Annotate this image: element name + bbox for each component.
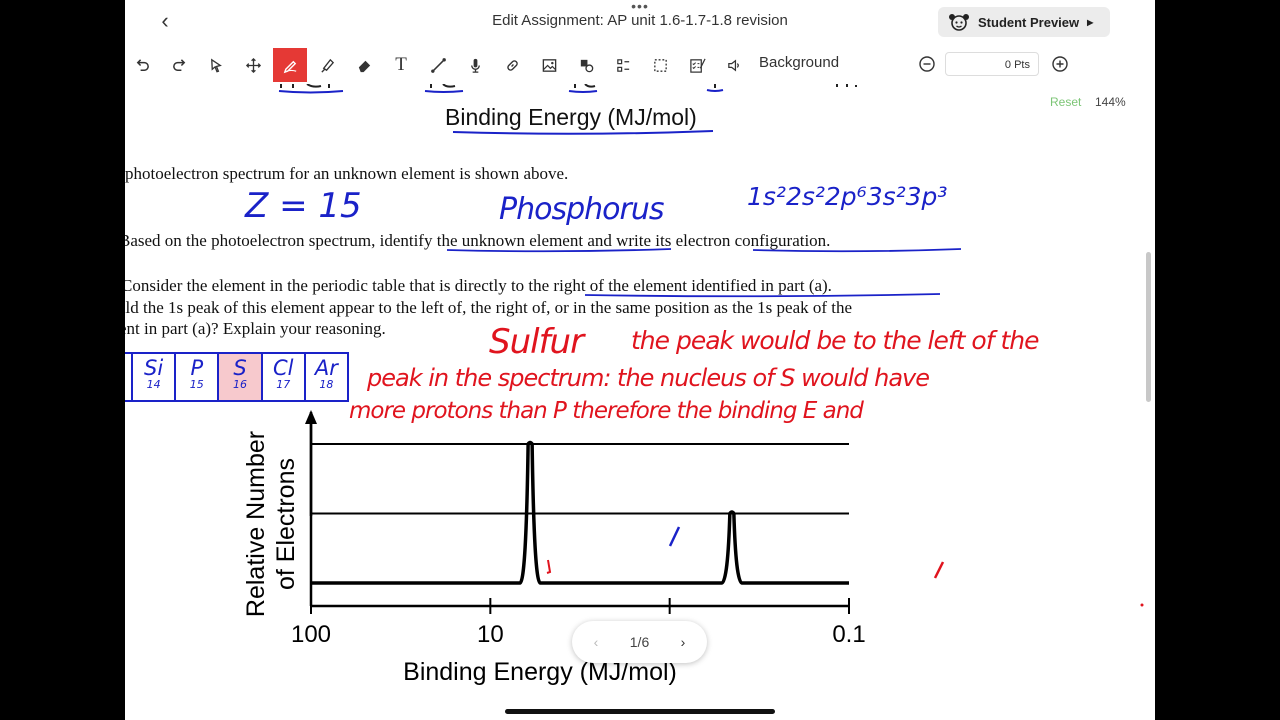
student-preview-label: Student Preview [978,14,1080,30]
y-axis-title-line2: of Electrons [272,458,300,590]
move-icon [245,57,261,73]
x-tick-label-2: 10 [477,621,504,648]
select-icon [210,58,222,72]
checklist-icon [689,58,706,73]
pen-icon [283,60,296,73]
student-preview-button[interactable]: Student Preview ▶ [938,7,1110,37]
dashed-box-icon [653,58,667,72]
microphone-icon [470,58,480,73]
x-tick-label-1: 100 [291,621,331,648]
marker-tool[interactable] [310,48,344,82]
stray-red-tick [933,561,945,579]
y-axis-title-line1: Relative Number [242,431,270,617]
app-screen: ‹ ••• Edit Assignment: AP unit 1.6-1.7-1… [125,0,1155,720]
redo-icon [172,58,185,71]
grid-tool[interactable] [606,48,640,82]
minus-circle-icon[interactable] [917,54,937,74]
move-tool[interactable] [236,48,270,82]
image-tool[interactable] [532,48,566,82]
line-tool[interactable] [421,48,455,82]
x-tick-label-4: 0.1 [832,621,865,648]
caret-right-icon: ▶ [1087,17,1094,27]
image-icon [542,58,556,72]
speaker-tool[interactable] [717,48,751,82]
link-tool[interactable] [495,48,529,82]
selection-box-tool[interactable] [643,48,677,82]
home-indicator [505,709,775,714]
background-button[interactable]: Background [759,54,839,71]
back-chevron-icon[interactable]: ‹ [153,9,177,33]
eraser-icon [358,60,370,72]
points-field[interactable]: 0 Pts [945,52,1039,76]
pen-tool[interactable] [273,48,307,82]
next-page-chevron-icon[interactable]: › [673,634,693,650]
annotation-toolbar: T Background 0 Pts [125,44,1155,84]
shapes-tool[interactable] [569,48,603,82]
text-tool[interactable]: T [384,48,418,82]
stray-red-dot [1140,603,1144,607]
document-canvas[interactable]: Reset 144% Binding Energy (MJ/mol) photo… [125,84,1155,720]
more-dots-icon[interactable]: ••• [630,0,650,13]
select-tool[interactable] [199,48,233,82]
scrollbar-thumb[interactable] [1146,252,1151,402]
stray-red-mark [546,559,552,574]
undo-button[interactable] [125,48,159,82]
eraser-tool[interactable] [347,48,381,82]
top-bar: ‹ ••• Edit Assignment: AP unit 1.6-1.7-1… [125,0,1155,42]
undo-icon [136,58,149,71]
student-preview-icon [949,14,969,31]
speaker-icon [727,59,739,71]
checklist-tool[interactable] [680,48,714,82]
text-icon: T [395,54,407,75]
prev-page-chevron-icon[interactable]: ‹ [586,634,606,650]
audio-tool[interactable] [458,48,492,82]
marker-icon [320,58,334,73]
grid-icon [616,58,629,72]
redo-button[interactable] [162,48,196,82]
link-icon [506,59,518,71]
plus-circle-icon[interactable] [1050,54,1070,74]
line-icon [430,57,446,73]
page-title: Edit Assignment: AP unit 1.6-1.7-1.8 rev… [492,12,788,29]
page-indicator: 1/6 [629,634,650,650]
page-navigator: ‹ 1/6 › [572,621,707,663]
shapes-icon [580,59,593,72]
stray-blue-mark [668,526,681,547]
